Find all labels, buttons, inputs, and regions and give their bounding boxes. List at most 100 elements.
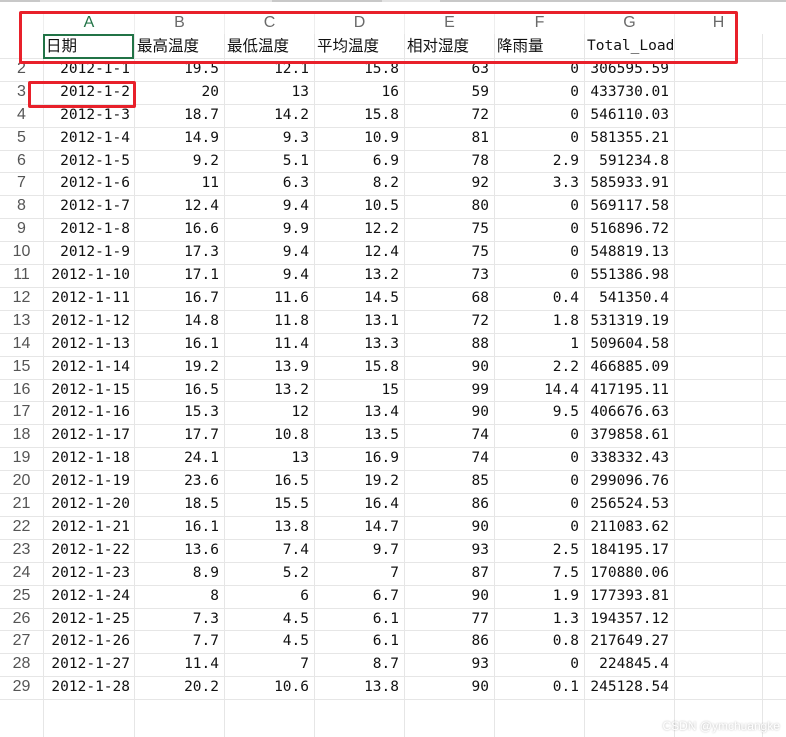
row-header[interactable]: 14 (0, 333, 43, 355)
table-cell[interactable]: 87 (404, 562, 494, 584)
table-cell[interactable]: 13.2 (314, 264, 404, 286)
table-cell[interactable]: 86 (404, 630, 494, 652)
table-cell-empty[interactable] (674, 264, 762, 286)
table-cell[interactable]: 16.1 (134, 333, 224, 355)
row-header[interactable]: 4 (0, 104, 43, 126)
table-cell[interactable]: 591234.8 (584, 150, 674, 172)
row-header[interactable]: 20 (0, 470, 43, 492)
table-cell[interactable]: 2012-1-28 (43, 676, 134, 698)
table-cell[interactable]: 75 (404, 241, 494, 263)
table-cell-empty[interactable] (674, 150, 762, 172)
table-cell[interactable]: 2012-1-16 (43, 401, 134, 423)
table-cell[interactable]: 13 (224, 447, 314, 469)
table-cell[interactable]: 9.9 (224, 218, 314, 240)
header-cell-g[interactable]: Total_Load (584, 35, 674, 57)
table-cell[interactable]: 8.2 (314, 172, 404, 194)
table-cell[interactable]: 7 (224, 653, 314, 675)
table-cell[interactable]: 90 (404, 585, 494, 607)
table-cell[interactable]: 13.3 (314, 333, 404, 355)
table-cell[interactable]: 15.3 (134, 401, 224, 423)
row-header[interactable]: 15 (0, 356, 43, 378)
table-cell[interactable]: 13.6 (134, 539, 224, 561)
table-cell[interactable]: 1 (494, 333, 584, 355)
table-cell[interactable]: 7.5 (494, 562, 584, 584)
table-cell[interactable]: 72 (404, 310, 494, 332)
table-cell-empty[interactable] (674, 127, 762, 149)
column-header-a[interactable]: A (43, 12, 134, 36)
table-cell[interactable]: 2012-1-12 (43, 310, 134, 332)
table-cell[interactable]: 7 (314, 562, 404, 584)
table-cell[interactable]: 13.4 (314, 401, 404, 423)
table-cell[interactable]: 9.4 (224, 195, 314, 217)
table-cell[interactable]: 11.6 (224, 287, 314, 309)
table-cell[interactable]: 78 (404, 150, 494, 172)
table-cell[interactable]: 90 (404, 401, 494, 423)
table-cell[interactable]: 16.5 (224, 470, 314, 492)
row-header[interactable]: 11 (0, 264, 43, 286)
table-cell[interactable]: 406676.63 (584, 401, 674, 423)
table-cell[interactable]: 2012-1-10 (43, 264, 134, 286)
table-cell[interactable]: 0.8 (494, 630, 584, 652)
table-cell[interactable]: 14.4 (494, 379, 584, 401)
table-cell-empty[interactable] (674, 562, 762, 584)
table-cell[interactable]: 546110.03 (584, 104, 674, 126)
row-header[interactable]: 25 (0, 585, 43, 607)
table-cell[interactable]: 211083.62 (584, 516, 674, 538)
table-cell[interactable]: 17.3 (134, 241, 224, 263)
row-header[interactable]: 27 (0, 630, 43, 652)
table-cell[interactable]: 75 (404, 218, 494, 240)
table-cell[interactable]: 1.8 (494, 310, 584, 332)
table-cell-empty[interactable] (674, 608, 762, 630)
table-cell[interactable]: 338332.43 (584, 447, 674, 469)
table-cell[interactable]: 11.4 (134, 653, 224, 675)
header-cell-d[interactable]: 平均温度 (314, 35, 404, 57)
table-cell[interactable]: 6.1 (314, 608, 404, 630)
table-cell-empty[interactable] (674, 104, 762, 126)
table-cell[interactable]: 569117.58 (584, 195, 674, 217)
table-cell[interactable]: 2012-1-21 (43, 516, 134, 538)
table-cell[interactable]: 2012-1-27 (43, 653, 134, 675)
table-cell[interactable]: 509604.58 (584, 333, 674, 355)
table-cell[interactable]: 1.3 (494, 608, 584, 630)
table-cell-empty[interactable] (674, 653, 762, 675)
table-cell[interactable]: 90 (404, 516, 494, 538)
table-cell[interactable]: 548819.13 (584, 241, 674, 263)
table-cell[interactable]: 2012-1-18 (43, 447, 134, 469)
table-cell-empty[interactable] (674, 516, 762, 538)
table-cell[interactable]: 9.2 (134, 150, 224, 172)
table-cell[interactable]: 551386.98 (584, 264, 674, 286)
table-cell[interactable]: 14.9 (134, 127, 224, 149)
row-header[interactable]: 18 (0, 424, 43, 446)
table-cell[interactable]: 13.5 (314, 424, 404, 446)
table-cell-empty[interactable] (674, 195, 762, 217)
table-cell[interactable]: 2012-1-7 (43, 195, 134, 217)
table-cell[interactable]: 77 (404, 608, 494, 630)
header-cell-h[interactable] (674, 35, 762, 57)
table-cell[interactable]: 379858.61 (584, 424, 674, 446)
row-header[interactable]: 29 (0, 676, 43, 698)
row-header[interactable]: 16 (0, 379, 43, 401)
table-cell[interactable]: 2012-1-22 (43, 539, 134, 561)
table-cell[interactable]: 0 (494, 127, 584, 149)
table-cell[interactable]: 12.4 (314, 241, 404, 263)
row-header[interactable]: 24 (0, 562, 43, 584)
table-cell[interactable]: 13.1 (314, 310, 404, 332)
table-cell[interactable]: 0 (494, 653, 584, 675)
table-cell[interactable]: 177393.81 (584, 585, 674, 607)
table-cell[interactable]: 6 (224, 585, 314, 607)
table-cell[interactable]: 20.2 (134, 676, 224, 698)
table-cell[interactable]: 12.1 (224, 58, 314, 80)
table-cell-empty[interactable] (674, 676, 762, 698)
table-cell[interactable]: 2012-1-23 (43, 562, 134, 584)
table-cell[interactable]: 245128.54 (584, 676, 674, 698)
table-cell[interactable]: 15.5 (224, 493, 314, 515)
table-cell[interactable]: 3.3 (494, 172, 584, 194)
table-cell-empty[interactable] (674, 81, 762, 103)
row-header[interactable]: 23 (0, 539, 43, 561)
table-cell[interactable]: 585933.91 (584, 172, 674, 194)
table-cell-empty[interactable] (674, 241, 762, 263)
table-cell[interactable]: 5.1 (224, 150, 314, 172)
table-cell[interactable]: 184195.17 (584, 539, 674, 561)
table-cell-empty[interactable] (674, 287, 762, 309)
table-cell[interactable]: 0 (494, 493, 584, 515)
